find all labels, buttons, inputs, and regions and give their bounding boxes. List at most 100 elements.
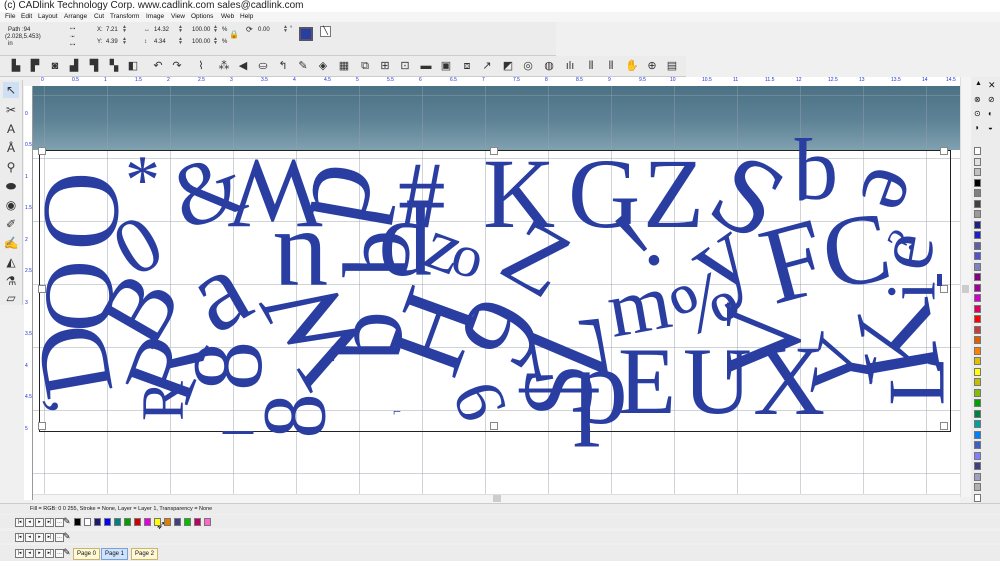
glyph[interactable]: _ [223, 376, 253, 436]
menu-web[interactable]: Web [221, 12, 234, 22]
page-next-button[interactable]: ▸ [35, 549, 44, 558]
palette-edit-icon[interactable]: ✎ [63, 516, 71, 527]
color-swatch[interactable] [974, 168, 981, 176]
color-swatch[interactable] [204, 518, 211, 526]
glyph[interactable]: U [683, 334, 752, 429]
menu-edit[interactable]: Edit [21, 12, 32, 22]
color-swatch[interactable] [974, 262, 981, 271]
palette-last-button[interactable]: ▸| [45, 518, 54, 527]
color-swatch[interactable] [974, 409, 981, 418]
color-swatch[interactable] [184, 518, 191, 526]
layer-first-button[interactable]: |◂ [15, 533, 24, 542]
color-swatch[interactable] [104, 518, 111, 526]
vertical-scroll-thumb[interactable] [962, 285, 969, 293]
glyph[interactable]: $ [502, 366, 613, 416]
contour-icon[interactable]: ◍ [542, 59, 556, 73]
layer-last-button[interactable]: ▸| [45, 533, 54, 542]
color-swatch[interactable] [74, 518, 81, 526]
color-swatch[interactable] [974, 325, 981, 334]
color-swatch[interactable] [974, 220, 981, 229]
selection-handle[interactable] [38, 422, 46, 430]
color-swatch[interactable] [194, 518, 201, 526]
hand-pan-icon[interactable]: ✋ [625, 59, 639, 73]
lock-ratio-icon[interactable]: 🔒 [229, 31, 239, 39]
layer-prev-button[interactable]: ◂ [25, 533, 34, 542]
rotation-value[interactable]: 0.00 [258, 26, 270, 34]
new-file-icon[interactable]: ▙ [9, 59, 23, 73]
cut-doc-icon[interactable]: ◧ [126, 59, 140, 73]
no-stroke-icon[interactable]: ╲ [320, 26, 331, 37]
pattern-icon[interactable]: ▦ [337, 59, 351, 73]
palette-next-button[interactable]: ▸ [35, 518, 44, 527]
align-icon[interactable]: ⫴ [584, 59, 598, 73]
fill-icon[interactable]: ◈ [316, 59, 330, 73]
menu-cut[interactable]: Cut [94, 12, 104, 22]
glyph[interactable]: ʻ [33, 396, 96, 416]
color-swatch[interactable] [974, 388, 981, 397]
color-swatch[interactable] [974, 252, 981, 260]
tab-page-2[interactable]: Page 2 [131, 548, 159, 560]
eye-tool-icon[interactable]: ◉ [3, 197, 19, 213]
open-file-icon[interactable]: ▛ [28, 59, 42, 73]
color-swatch[interactable] [974, 430, 981, 439]
fill-color-button[interactable] [299, 27, 313, 41]
color-swatch[interactable] [974, 241, 981, 250]
color-swatch[interactable] [974, 231, 981, 239]
height-spinner[interactable]: ▲ ▼ [178, 37, 183, 46]
pen-tool-icon[interactable]: ✐ [3, 216, 19, 232]
glyph[interactable]: ⌐ [393, 406, 401, 420]
shape-text-icon[interactable]: Å [3, 140, 19, 156]
nest-icon[interactable]: ⧉ [358, 59, 372, 73]
horizontal-scroll-thumb[interactable] [493, 495, 501, 502]
color-swatch[interactable] [124, 518, 131, 526]
select-arrow-icon[interactable]: ↖ [3, 82, 19, 98]
color-swatch[interactable] [974, 178, 981, 187]
panel-tool-icon[interactable]: ⊘ [988, 95, 995, 104]
fill-tool-icon[interactable]: ◭ [3, 254, 19, 270]
trace-icon[interactable]: ⁂ [217, 59, 231, 73]
color-swatch[interactable] [84, 518, 91, 526]
glyph[interactable]: 8 [246, 394, 345, 439]
color-swatch[interactable] [974, 199, 981, 208]
weld-icon[interactable]: ⛀ [256, 59, 270, 73]
color-swatch[interactable] [974, 283, 981, 292]
scale-height-value[interactable]: 100.00 [192, 38, 210, 46]
outline-icon[interactable]: ◎ [521, 59, 535, 73]
design-canvas[interactable]: O * & W d # K G Z S q e z 0 O B a u b p … [33, 86, 960, 494]
tab-page-0[interactable]: Page 0 [73, 548, 101, 560]
selection-handle[interactable] [38, 147, 46, 155]
panel-tool-icon[interactable]: ◐ [988, 109, 993, 118]
horizontal-scrollbar[interactable] [33, 494, 960, 503]
shadow-icon[interactable]: ◩ [501, 59, 515, 73]
palette-first-button[interactable]: |◂ [15, 518, 24, 527]
color-swatch[interactable] [974, 483, 981, 491]
color-swatch[interactable] [974, 346, 981, 355]
layer-edit-icon[interactable]: ✎ [63, 531, 71, 542]
color-swatch[interactable] [974, 357, 981, 365]
menu-layout[interactable]: Layout [38, 12, 58, 22]
brush-tool-icon[interactable]: ✍ [3, 235, 19, 251]
selection-handle[interactable] [490, 422, 498, 430]
color-swatch[interactable] [974, 189, 981, 197]
text-tool-icon[interactable]: A [3, 121, 19, 137]
panel-tool-icon[interactable]: ⊙ [974, 109, 981, 118]
node-tool-icon[interactable]: ⌇ [194, 59, 208, 73]
color-swatch[interactable] [974, 304, 981, 313]
scale-height-spinner[interactable]: ▲ ▼ [213, 37, 218, 46]
menu-arrange[interactable]: Arrange [64, 12, 87, 22]
frame-icon[interactable]: ⊡ [398, 59, 412, 73]
layer-next-button[interactable]: ▸ [35, 533, 44, 542]
color-swatch[interactable] [114, 518, 121, 526]
color-swatch[interactable] [974, 420, 981, 428]
color-swatch[interactable] [974, 315, 981, 323]
panel-tool-icon[interactable]: ⊗ [974, 95, 981, 104]
color-swatch[interactable] [94, 518, 101, 526]
color-swatch[interactable] [974, 367, 981, 376]
layers-icon[interactable]: ⧈ [460, 59, 474, 73]
color-swatch[interactable] [974, 157, 981, 166]
menu-view[interactable]: View [171, 12, 185, 22]
page-edit-icon[interactable]: ✎ [63, 547, 71, 558]
rotate-tool-icon[interactable]: ↰ [276, 59, 290, 73]
undo-icon[interactable]: ↶ [151, 59, 165, 73]
width-spinner[interactable]: ▲ ▼ [178, 25, 183, 34]
